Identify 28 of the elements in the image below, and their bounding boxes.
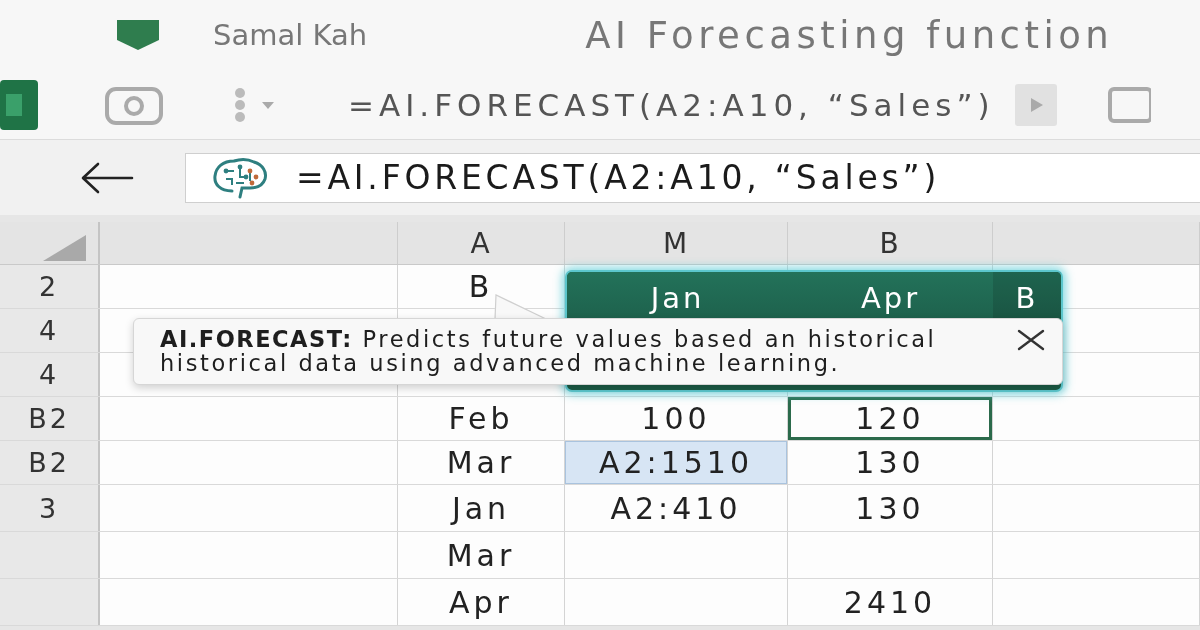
brain-circuit-icon — [210, 156, 270, 199]
row-header[interactable]: 3 — [0, 485, 100, 531]
spreadsheet-cell[interactable]: 120 — [788, 397, 993, 440]
formula-field[interactable]: =AI.FORECAST(A2:A10, “Sales”) — [185, 152, 1200, 203]
row-header[interactable]: 4 — [0, 309, 100, 352]
camera-icon[interactable] — [105, 84, 163, 125]
author-name: Samal Kah — [213, 18, 368, 52]
back-arrow-icon — [80, 161, 134, 194]
row-header[interactable] — [0, 579, 100, 625]
row-header[interactable]: B2 — [0, 441, 100, 484]
spreadsheet-cell[interactable]: A2:1510 — [565, 441, 788, 484]
document-title: AI Forecasting function — [585, 13, 1114, 57]
tooltip-text: AI.FORECAST: Predicts future values based an historical historical data using advanced machine learning. — [160, 327, 938, 375]
row-header[interactable]: 4 — [0, 353, 100, 396]
row-header[interactable] — [0, 532, 100, 578]
back-button[interactable] — [80, 161, 134, 194]
select-all-triangle-icon[interactable] — [43, 235, 86, 261]
formula-text: =AI.FORECAST(A2:A10, “Sales”) — [348, 86, 995, 123]
column-label: Jan — [648, 280, 706, 317]
column-header[interactable]: A — [398, 222, 565, 264]
column-header[interactable]: M — [565, 222, 788, 264]
column-header[interactable]: B — [788, 222, 993, 264]
bookmark-icon — [115, 18, 161, 52]
row-header[interactable]: B2 — [0, 397, 100, 440]
close-icon — [1016, 329, 1046, 351]
column-label: Apr — [859, 280, 922, 317]
row-header[interactable]: 2 — [0, 265, 100, 308]
spreadsheet-app-icon[interactable] — [0, 79, 38, 130]
